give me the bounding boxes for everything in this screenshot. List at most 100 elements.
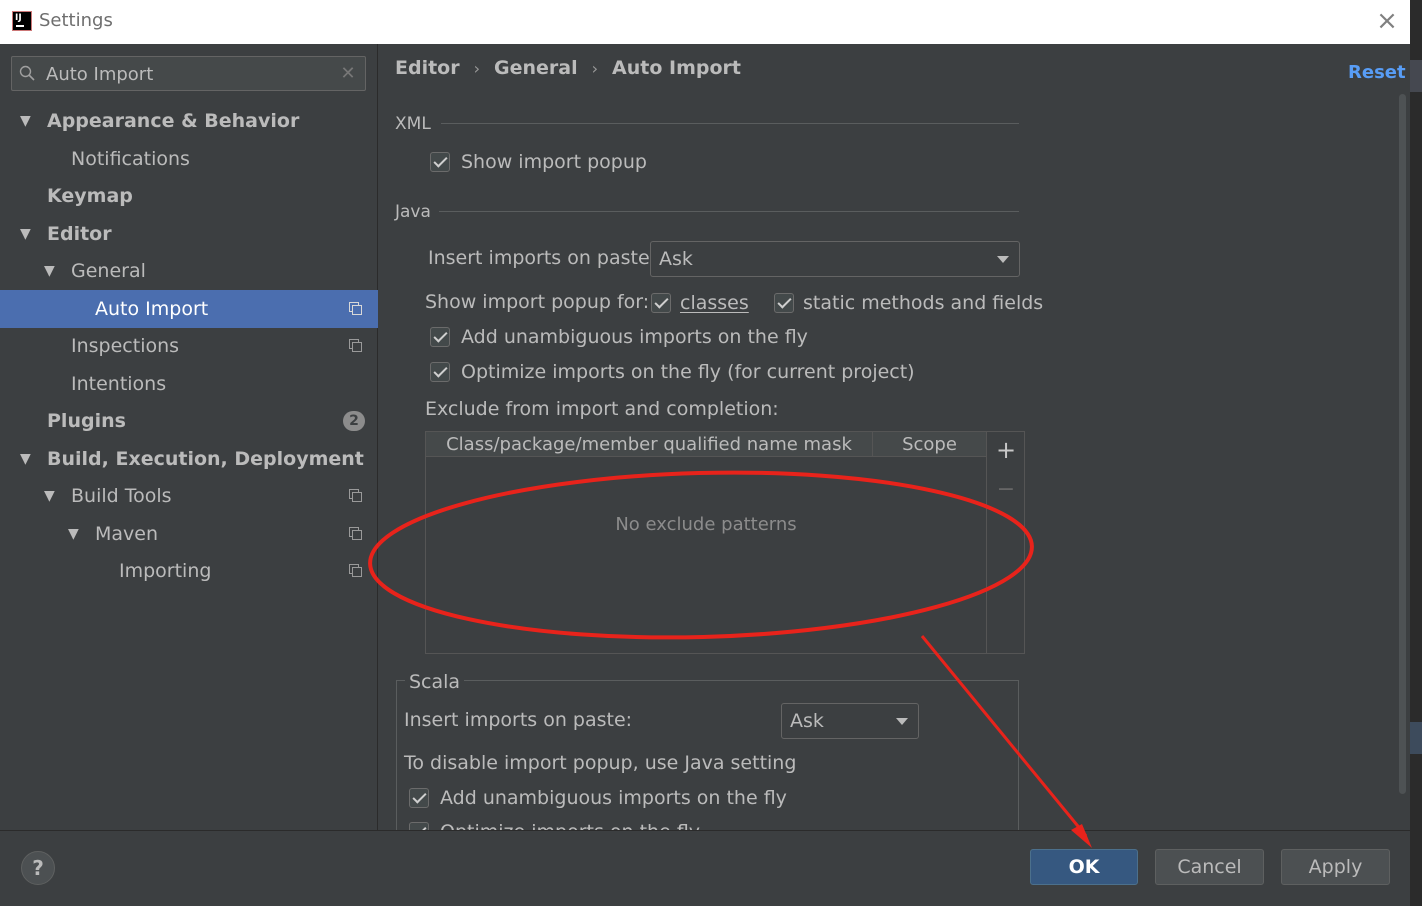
project-settings-icon — [349, 527, 362, 540]
tree-item-auto-import[interactable]: Auto Import — [0, 290, 378, 328]
tree-item-label: Intentions — [71, 373, 167, 395]
checkbox-label: Add unambiguous imports on the fly — [461, 326, 808, 348]
tree-item-appearance-behavior[interactable]: ▼ Appearance & Behavior — [0, 102, 378, 140]
settings-search-box[interactable]: ✕ — [11, 56, 366, 91]
tree-item-notifications[interactable]: Notifications — [0, 140, 378, 178]
cancel-button[interactable]: Cancel — [1155, 849, 1264, 885]
java-insert-imports-label: Insert imports on paste: — [428, 247, 657, 269]
table-toolbar: + − — [986, 432, 1025, 653]
section-divider — [441, 123, 1019, 124]
vertical-scrollbar[interactable] — [1398, 94, 1407, 794]
tree-item-label: Notifications — [71, 148, 190, 170]
checkbox-checked[interactable] — [409, 822, 429, 830]
tree-item-importing[interactable]: Importing — [0, 552, 378, 590]
breadcrumb-general: General — [494, 57, 578, 79]
xml-section-title: XML — [395, 114, 431, 134]
plugins-updates-badge: 2 — [343, 411, 365, 431]
checkbox-checked[interactable] — [774, 293, 794, 313]
tree-item-label: Keymap — [47, 185, 133, 207]
expanded-triangle-icon[interactable]: ▼ — [20, 215, 36, 253]
add-pattern-button[interactable]: + — [996, 438, 1016, 462]
tree-item-intentions[interactable]: Intentions — [0, 365, 378, 403]
checkbox-label: Show import popup — [461, 151, 647, 173]
breadcrumb-auto-import: Auto Import — [612, 57, 741, 79]
expanded-triangle-icon[interactable]: ▼ — [44, 252, 60, 290]
java-show-popup-for-label: Show import popup for: — [425, 291, 650, 313]
project-settings-icon — [349, 302, 362, 315]
column-header-name-mask[interactable]: Class/package/member qualified name mask — [426, 432, 873, 457]
breadcrumb-separator: › — [473, 59, 481, 78]
tree-item-plugins[interactable]: Plugins 2 — [0, 402, 378, 440]
search-input[interactable] — [46, 61, 336, 87]
tree-item-label: Inspections — [71, 335, 180, 357]
checkbox-label: Optimize imports on the fly — [440, 818, 700, 830]
chevron-down-icon — [896, 718, 908, 725]
background-window-mark — [1410, 722, 1422, 754]
checkbox-label: Add unambiguous imports on the fly — [440, 787, 787, 809]
checkbox-checked[interactable] — [409, 788, 429, 808]
project-settings-icon — [349, 489, 362, 502]
tree-item-maven[interactable]: ▼ Maven — [0, 515, 378, 553]
expanded-triangle-icon[interactable]: ▼ — [20, 440, 36, 478]
close-icon[interactable]: × — [1374, 8, 1400, 34]
checkbox-label: static methods and fields — [803, 292, 1044, 314]
project-settings-icon — [349, 564, 362, 577]
tree-item-general[interactable]: ▼ General — [0, 252, 378, 290]
settings-content: Editor › General › Auto Import Reset XML Sho… — [379, 44, 1410, 830]
tree-item-label: Appearance & Behavior — [47, 110, 300, 132]
background-window-mark — [1410, 60, 1422, 92]
tree-item-build-execution-deployment[interactable]: ▼ Build, Execution, Deployment — [0, 440, 378, 478]
tree-item-label: Importing — [119, 560, 212, 582]
column-header-scope[interactable]: Scope — [873, 432, 986, 457]
help-button[interactable]: ? — [21, 851, 55, 885]
dropdown-value: Ask — [790, 710, 824, 732]
checkbox-label: classes — [680, 292, 749, 314]
search-icon — [19, 65, 35, 81]
title-bar: IJ Settings × — [0, 0, 1410, 44]
tree-item-keymap[interactable]: Keymap — [0, 177, 378, 215]
scala-disable-popup-note: To disable import popup, use Java settin… — [404, 752, 797, 774]
tree-item-label: Editor — [47, 223, 112, 245]
project-settings-icon — [349, 339, 362, 352]
java-section-title: Java — [395, 202, 431, 222]
apply-button[interactable]: Apply — [1281, 849, 1390, 885]
intellij-logo-icon: IJ — [12, 11, 32, 31]
checkbox-checked[interactable] — [651, 293, 671, 313]
ok-button[interactable]: OK — [1030, 849, 1138, 885]
checkbox-checked[interactable] — [430, 152, 450, 172]
expanded-triangle-icon[interactable]: ▼ — [20, 102, 36, 140]
reset-link[interactable]: Reset — [1348, 62, 1406, 83]
remove-pattern-button[interactable]: − — [996, 479, 1016, 501]
chevron-down-icon — [997, 256, 1009, 263]
dropdown-value: Ask — [659, 248, 693, 270]
tree-item-editor[interactable]: ▼ Editor — [0, 215, 378, 253]
checkbox-checked[interactable] — [430, 362, 450, 382]
clear-search-icon[interactable]: ✕ — [338, 62, 358, 86]
table-empty-text: No exclude patterns — [615, 514, 797, 535]
java-insert-imports-dropdown[interactable]: Ask — [650, 241, 1020, 277]
tree-item-label: Build Tools — [71, 485, 172, 507]
exclude-patterns-table[interactable]: Class/package/member qualified name mask… — [425, 431, 1025, 654]
tree-item-label: Build, Execution, Deployment — [47, 448, 364, 470]
tree-item-label: Plugins — [47, 410, 126, 432]
breadcrumb-separator: › — [591, 59, 599, 78]
tree-item-label: Maven — [95, 523, 159, 545]
expanded-triangle-icon[interactable]: ▼ — [68, 515, 84, 553]
breadcrumb: Editor › General › Auto Import — [395, 57, 741, 79]
window-title: Settings — [39, 10, 113, 31]
tree-item-inspections[interactable]: Inspections — [0, 327, 378, 365]
tree-item-build-tools[interactable]: ▼ Build Tools — [0, 477, 378, 515]
expanded-triangle-icon[interactable]: ▼ — [44, 477, 60, 515]
tree-item-label: General — [71, 260, 146, 282]
scrollbar-thumb[interactable] — [1399, 94, 1406, 794]
tree-item-label: Auto Import — [95, 298, 209, 320]
checkbox-checked[interactable] — [430, 327, 450, 347]
section-divider — [439, 211, 1019, 212]
scala-insert-imports-dropdown[interactable]: Ask — [781, 703, 919, 739]
settings-sidebar: ✕ ▼ Appearance & Behavior Notifications … — [0, 44, 378, 830]
exclude-label: Exclude from import and completion: — [425, 398, 779, 420]
scala-insert-imports-label: Insert imports on paste: — [404, 709, 633, 731]
table-header: Class/package/member qualified name mask… — [426, 432, 986, 457]
background-window-edge — [1410, 0, 1422, 906]
checkbox-label: Optimize imports on the fly (for current… — [461, 361, 915, 383]
